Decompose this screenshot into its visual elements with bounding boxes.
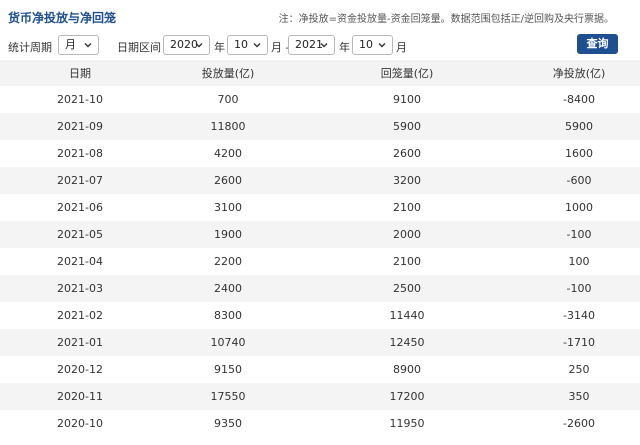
cell-injection: 2600 xyxy=(214,174,242,187)
cell-injection: 2400 xyxy=(214,282,242,295)
page-header: 货币净投放与净回笼 注：净投放=资金投放量-资金回笼量。数据范围包括正/逆回购及… xyxy=(0,0,640,30)
cell-withdrawal: 11440 xyxy=(389,309,425,322)
column-header-withdrawal: 回笼量(亿) xyxy=(380,67,434,80)
column-header-injection: 投放量(亿) xyxy=(201,67,255,80)
table-row: 2021-06 3100 2100 1000 xyxy=(0,194,640,221)
cell-net-injection: 250 xyxy=(568,363,590,376)
cell-net-injection: -2600 xyxy=(563,417,595,430)
chevron-down-icon xyxy=(195,43,203,48)
cell-injection: 2200 xyxy=(214,255,242,268)
table-row: 2021-01 10740 12450 -1710 xyxy=(0,329,640,356)
cell-net-injection: 5900 xyxy=(565,120,593,133)
table-row: 2020-10 9350 11950 -2600 xyxy=(0,410,640,437)
end-year-unit: 年 xyxy=(339,41,350,54)
cell-injection: 10740 xyxy=(210,336,246,349)
end-year-select[interactable]: 2021 xyxy=(288,35,335,55)
formula-note: 注：净投放=资金投放量-资金回笼量。数据范围包括正/逆回购及央行票据。 xyxy=(278,14,614,25)
cell-net-injection: -8400 xyxy=(563,93,595,106)
table-row: 2021-05 1900 2000 -100 xyxy=(0,221,640,248)
end-month-unit: 月 xyxy=(396,41,407,54)
cell-net-injection: 1600 xyxy=(565,147,593,160)
cell-withdrawal: 11950 xyxy=(389,417,425,430)
cell-injection: 8300 xyxy=(214,309,242,322)
start-year-unit: 年 xyxy=(214,41,225,54)
column-header-date: 日期 xyxy=(69,67,91,80)
start-year-select[interactable]: 2020 xyxy=(163,35,210,55)
period-label: 统计周期 xyxy=(8,41,52,54)
table-row: 2021-10 700 9100 -8400 xyxy=(0,86,640,113)
start-month-select[interactable]: 10 xyxy=(227,35,268,55)
cell-injection: 11800 xyxy=(210,120,246,133)
table-row: 2021-04 2200 2100 100 xyxy=(0,248,640,275)
cell-net-injection: -1710 xyxy=(563,336,595,349)
chevron-down-icon xyxy=(378,43,386,48)
date-range-label: 日期区间 xyxy=(117,41,161,54)
period-select[interactable]: 月 xyxy=(58,35,99,55)
cell-withdrawal: 12450 xyxy=(389,336,425,349)
cell-net-injection: -3140 xyxy=(563,309,595,322)
end-month-value: 10 xyxy=(359,38,373,51)
cell-injection: 9350 xyxy=(214,417,242,430)
cell-net-injection: 100 xyxy=(568,255,590,268)
query-button[interactable]: 查询 xyxy=(577,34,618,54)
cell-injection: 700 xyxy=(217,93,239,106)
cell-date: 2021-06 xyxy=(57,201,103,214)
table-row: 2020-12 9150 8900 250 xyxy=(0,356,640,383)
cell-date: 2021-02 xyxy=(57,309,103,322)
table-row: 2021-03 2400 2500 -100 xyxy=(0,275,640,302)
chevron-down-icon xyxy=(253,43,261,48)
filter-bar: 统计周期 月 日期区间 2020 年 10 月 - 2021 年 10 月 xyxy=(0,30,640,60)
cell-date: 2021-03 xyxy=(57,282,103,295)
cell-injection: 1900 xyxy=(214,228,242,241)
cell-injection: 9150 xyxy=(214,363,242,376)
end-month-select[interactable]: 10 xyxy=(352,35,393,55)
cell-withdrawal: 2000 xyxy=(393,228,421,241)
period-select-value: 月 xyxy=(65,38,76,51)
cell-date: 2021-04 xyxy=(57,255,103,268)
cell-date: 2020-12 xyxy=(57,363,103,376)
cell-date: 2021-08 xyxy=(57,147,103,160)
start-month-value: 10 xyxy=(234,38,248,51)
cell-net-injection: 1000 xyxy=(565,201,593,214)
table-body: 2021-10 700 9100 -8400 2021-09 11800 5900 5900 2… xyxy=(0,86,640,437)
cell-net-injection: -100 xyxy=(566,282,592,295)
chevron-down-icon xyxy=(320,43,328,48)
cell-net-injection: -600 xyxy=(566,174,592,187)
table-row: 2021-09 11800 5900 5900 xyxy=(0,113,640,140)
cell-date: 2021-05 xyxy=(57,228,103,241)
start-month-unit: 月 - xyxy=(271,41,290,54)
cell-withdrawal: 2600 xyxy=(393,147,421,160)
data-table: 日期 投放量(亿) 回笼量(亿) 净投放(亿) 2021-10 700 9100 -8… xyxy=(0,60,640,437)
table-row: 2021-02 8300 11440 -3140 xyxy=(0,302,640,329)
cell-withdrawal: 2100 xyxy=(393,255,421,268)
cell-net-injection: 350 xyxy=(568,390,590,403)
cell-withdrawal: 8900 xyxy=(393,363,421,376)
cell-withdrawal: 3200 xyxy=(393,174,421,187)
cell-injection: 17550 xyxy=(210,390,246,403)
cell-withdrawal: 5900 xyxy=(393,120,421,133)
cell-date: 2021-01 xyxy=(57,336,103,349)
cell-date: 2020-10 xyxy=(57,417,103,430)
cell-date: 2020-11 xyxy=(57,390,103,403)
cell-date: 2021-09 xyxy=(57,120,103,133)
cell-date: 2021-10 xyxy=(57,93,103,106)
cell-date: 2021-07 xyxy=(57,174,103,187)
cell-injection: 3100 xyxy=(214,201,242,214)
cell-withdrawal: 2500 xyxy=(393,282,421,295)
cell-injection: 4200 xyxy=(214,147,242,160)
table-row: 2021-07 2600 3200 -600 xyxy=(0,167,640,194)
page-title: 货币净投放与净回笼 xyxy=(8,11,117,25)
cell-withdrawal: 9100 xyxy=(393,93,421,106)
cell-net-injection: -100 xyxy=(566,228,592,241)
cell-withdrawal: 17200 xyxy=(389,390,425,403)
cell-withdrawal: 2100 xyxy=(393,201,421,214)
table-row: 2020-11 17550 17200 350 xyxy=(0,383,640,410)
table-header: 日期 投放量(亿) 回笼量(亿) 净投放(亿) xyxy=(0,60,640,86)
column-header-net-injection: 净投放(亿) xyxy=(552,67,606,80)
chevron-down-icon xyxy=(84,43,92,48)
table-row: 2021-08 4200 2600 1600 xyxy=(0,140,640,167)
